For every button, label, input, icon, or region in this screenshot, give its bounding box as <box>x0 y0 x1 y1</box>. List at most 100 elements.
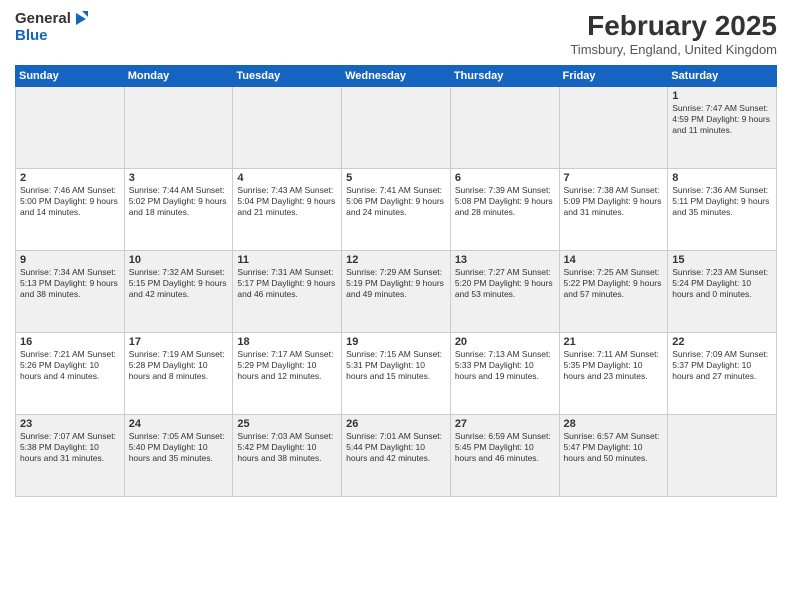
table-row: 23Sunrise: 7:07 AM Sunset: 5:38 PM Dayli… <box>16 415 125 497</box>
day-number: 27 <box>455 418 555 430</box>
calendar-week-row: 23Sunrise: 7:07 AM Sunset: 5:38 PM Dayli… <box>16 415 777 497</box>
location: Timsbury, England, United Kingdom <box>570 42 777 57</box>
table-row: 18Sunrise: 7:17 AM Sunset: 5:29 PM Dayli… <box>233 333 342 415</box>
day-info: Sunrise: 7:03 AM Sunset: 5:42 PM Dayligh… <box>237 431 337 464</box>
day-number: 10 <box>129 254 229 266</box>
day-info: Sunrise: 6:59 AM Sunset: 5:45 PM Dayligh… <box>455 431 555 464</box>
table-row: 9Sunrise: 7:34 AM Sunset: 5:13 PM Daylig… <box>16 251 125 333</box>
table-row: 5Sunrise: 7:41 AM Sunset: 5:06 PM Daylig… <box>342 169 451 251</box>
col-monday: Monday <box>124 66 233 87</box>
table-row: 1Sunrise: 7:47 AM Sunset: 4:59 PM Daylig… <box>668 87 777 169</box>
calendar-week-row: 2Sunrise: 7:46 AM Sunset: 5:00 PM Daylig… <box>16 169 777 251</box>
day-info: Sunrise: 7:36 AM Sunset: 5:11 PM Dayligh… <box>672 185 772 218</box>
day-info: Sunrise: 7:29 AM Sunset: 5:19 PM Dayligh… <box>346 267 446 300</box>
page-container: General Blue February 2025 Timsbury, Eng… <box>0 0 792 502</box>
table-row: 3Sunrise: 7:44 AM Sunset: 5:02 PM Daylig… <box>124 169 233 251</box>
day-info: Sunrise: 7:01 AM Sunset: 5:44 PM Dayligh… <box>346 431 446 464</box>
day-info: Sunrise: 7:46 AM Sunset: 5:00 PM Dayligh… <box>20 185 120 218</box>
table-row: 6Sunrise: 7:39 AM Sunset: 5:08 PM Daylig… <box>450 169 559 251</box>
day-info: Sunrise: 7:32 AM Sunset: 5:15 PM Dayligh… <box>129 267 229 300</box>
calendar-week-row: 1Sunrise: 7:47 AM Sunset: 4:59 PM Daylig… <box>16 87 777 169</box>
day-info: Sunrise: 7:34 AM Sunset: 5:13 PM Dayligh… <box>20 267 120 300</box>
table-row: 20Sunrise: 7:13 AM Sunset: 5:33 PM Dayli… <box>450 333 559 415</box>
day-info: Sunrise: 6:57 AM Sunset: 5:47 PM Dayligh… <box>564 431 664 464</box>
table-row: 26Sunrise: 7:01 AM Sunset: 5:44 PM Dayli… <box>342 415 451 497</box>
day-info: Sunrise: 7:44 AM Sunset: 5:02 PM Dayligh… <box>129 185 229 218</box>
table-row: 10Sunrise: 7:32 AM Sunset: 5:15 PM Dayli… <box>124 251 233 333</box>
day-number: 26 <box>346 418 446 430</box>
table-row: 11Sunrise: 7:31 AM Sunset: 5:17 PM Dayli… <box>233 251 342 333</box>
calendar-week-row: 16Sunrise: 7:21 AM Sunset: 5:26 PM Dayli… <box>16 333 777 415</box>
day-number: 25 <box>237 418 337 430</box>
calendar-week-row: 9Sunrise: 7:34 AM Sunset: 5:13 PM Daylig… <box>16 251 777 333</box>
day-number: 19 <box>346 336 446 348</box>
day-number: 20 <box>455 336 555 348</box>
day-number: 28 <box>564 418 664 430</box>
day-number: 8 <box>672 172 772 184</box>
col-friday: Friday <box>559 66 668 87</box>
table-row: 17Sunrise: 7:19 AM Sunset: 5:28 PM Dayli… <box>124 333 233 415</box>
table-row: 27Sunrise: 6:59 AM Sunset: 5:45 PM Dayli… <box>450 415 559 497</box>
col-sunday: Sunday <box>16 66 125 87</box>
day-info: Sunrise: 7:41 AM Sunset: 5:06 PM Dayligh… <box>346 185 446 218</box>
day-number: 15 <box>672 254 772 266</box>
table-row <box>668 415 777 497</box>
day-info: Sunrise: 7:47 AM Sunset: 4:59 PM Dayligh… <box>672 103 772 136</box>
day-info: Sunrise: 7:11 AM Sunset: 5:35 PM Dayligh… <box>564 349 664 382</box>
day-info: Sunrise: 7:27 AM Sunset: 5:20 PM Dayligh… <box>455 267 555 300</box>
day-number: 14 <box>564 254 664 266</box>
day-number: 3 <box>129 172 229 184</box>
day-info: Sunrise: 7:23 AM Sunset: 5:24 PM Dayligh… <box>672 267 772 300</box>
day-info: Sunrise: 7:09 AM Sunset: 5:37 PM Dayligh… <box>672 349 772 382</box>
table-row: 15Sunrise: 7:23 AM Sunset: 5:24 PM Dayli… <box>668 251 777 333</box>
day-number: 5 <box>346 172 446 184</box>
table-row: 28Sunrise: 6:57 AM Sunset: 5:47 PM Dayli… <box>559 415 668 497</box>
day-number: 9 <box>20 254 120 266</box>
day-number: 2 <box>20 172 120 184</box>
table-row <box>233 87 342 169</box>
col-thursday: Thursday <box>450 66 559 87</box>
table-row: 13Sunrise: 7:27 AM Sunset: 5:20 PM Dayli… <box>450 251 559 333</box>
logo-arrow-icon <box>72 11 88 27</box>
day-number: 1 <box>672 90 772 102</box>
table-row: 14Sunrise: 7:25 AM Sunset: 5:22 PM Dayli… <box>559 251 668 333</box>
day-info: Sunrise: 7:07 AM Sunset: 5:38 PM Dayligh… <box>20 431 120 464</box>
table-row: 21Sunrise: 7:11 AM Sunset: 5:35 PM Dayli… <box>559 333 668 415</box>
day-number: 7 <box>564 172 664 184</box>
day-number: 4 <box>237 172 337 184</box>
logo-wordmark: General Blue <box>15 10 88 45</box>
day-number: 23 <box>20 418 120 430</box>
table-row: 24Sunrise: 7:05 AM Sunset: 5:40 PM Dayli… <box>124 415 233 497</box>
table-row <box>16 87 125 169</box>
day-number: 6 <box>455 172 555 184</box>
day-number: 22 <box>672 336 772 348</box>
day-number: 13 <box>455 254 555 266</box>
day-number: 21 <box>564 336 664 348</box>
logo-blue: Blue <box>15 27 48 44</box>
table-row: 12Sunrise: 7:29 AM Sunset: 5:19 PM Dayli… <box>342 251 451 333</box>
day-number: 24 <box>129 418 229 430</box>
day-number: 18 <box>237 336 337 348</box>
table-row: 7Sunrise: 7:38 AM Sunset: 5:09 PM Daylig… <box>559 169 668 251</box>
calendar-table: Sunday Monday Tuesday Wednesday Thursday… <box>15 65 777 497</box>
day-info: Sunrise: 7:17 AM Sunset: 5:29 PM Dayligh… <box>237 349 337 382</box>
table-row <box>124 87 233 169</box>
day-info: Sunrise: 7:43 AM Sunset: 5:04 PM Dayligh… <box>237 185 337 218</box>
table-row <box>450 87 559 169</box>
day-number: 12 <box>346 254 446 266</box>
table-row <box>559 87 668 169</box>
day-info: Sunrise: 7:25 AM Sunset: 5:22 PM Dayligh… <box>564 267 664 300</box>
month-title: February 2025 <box>570 10 777 42</box>
table-row <box>342 87 451 169</box>
day-number: 11 <box>237 254 337 266</box>
day-info: Sunrise: 7:05 AM Sunset: 5:40 PM Dayligh… <box>129 431 229 464</box>
col-saturday: Saturday <box>668 66 777 87</box>
table-row: 19Sunrise: 7:15 AM Sunset: 5:31 PM Dayli… <box>342 333 451 415</box>
col-tuesday: Tuesday <box>233 66 342 87</box>
day-info: Sunrise: 7:21 AM Sunset: 5:26 PM Dayligh… <box>20 349 120 382</box>
day-info: Sunrise: 7:13 AM Sunset: 5:33 PM Dayligh… <box>455 349 555 382</box>
day-info: Sunrise: 7:19 AM Sunset: 5:28 PM Dayligh… <box>129 349 229 382</box>
day-info: Sunrise: 7:31 AM Sunset: 5:17 PM Dayligh… <box>237 267 337 300</box>
title-block: February 2025 Timsbury, England, United … <box>570 10 777 57</box>
table-row: 2Sunrise: 7:46 AM Sunset: 5:00 PM Daylig… <box>16 169 125 251</box>
